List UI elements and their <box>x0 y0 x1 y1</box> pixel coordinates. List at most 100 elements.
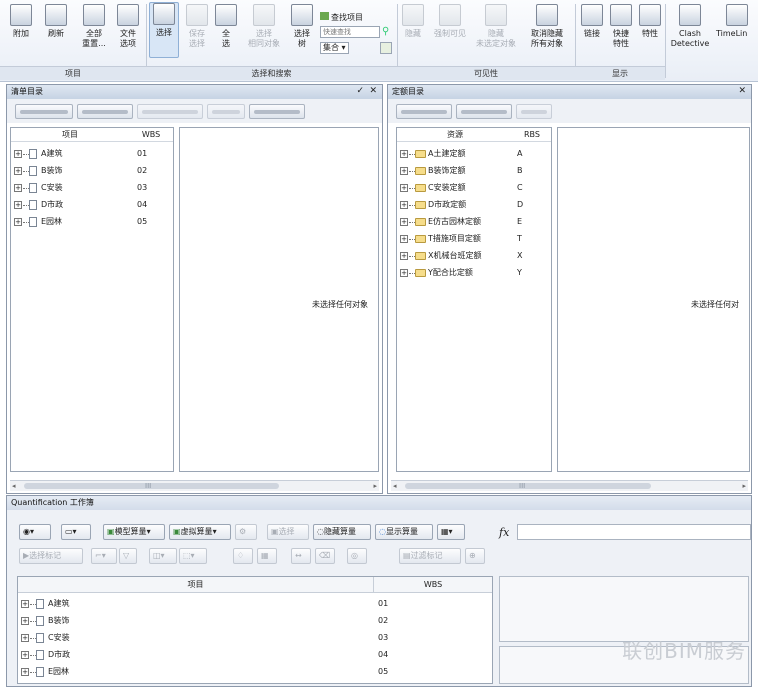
scroll-left-icon[interactable]: ◂ <box>393 482 397 490</box>
model-takeoff-button[interactable]: ▣模型算量▾ <box>103 524 165 540</box>
quota-row[interactable]: + B装饰定额 B <box>397 162 551 179</box>
attach-button[interactable]: 附加 <box>8 4 34 39</box>
toolbar-button[interactable] <box>249 104 305 119</box>
column-header-wbs[interactable]: WBS <box>374 577 492 593</box>
require-visible-button[interactable]: 强制可见 <box>430 4 470 39</box>
select-same-button[interactable]: 选择 相同对象 <box>244 4 284 49</box>
toolbar-button[interactable] <box>396 104 452 119</box>
catalog-row[interactable]: + B装饰 02 <box>11 162 173 179</box>
layout-dropdown[interactable]: ▭▾ <box>61 524 91 540</box>
quota-row[interactable]: + E仿古园林定额 E <box>397 213 551 230</box>
file-options-button[interactable]: 文件 选项 <box>114 4 142 49</box>
column-header-rbs[interactable]: RBS <box>513 128 551 142</box>
timeliner-button[interactable]: TimeLin <box>716 4 758 39</box>
horizontal-scrollbar[interactable]: ◂ III ▸ <box>10 480 379 491</box>
takeoff-settings-button[interactable]: ⚙ <box>235 524 257 540</box>
polyline-tool[interactable]: ▽ <box>119 548 137 564</box>
expand-icon[interactable]: + <box>14 166 22 175</box>
clash-detective-button[interactable]: Clash Detective <box>668 4 712 49</box>
filter-marker-button[interactable]: ▤过滤标记 <box>399 548 461 564</box>
expand-icon[interactable]: + <box>14 200 22 209</box>
properties-button[interactable]: 特性 <box>638 4 662 39</box>
virtual-takeoff-button[interactable]: ▣虚拟算量▾ <box>169 524 231 540</box>
more-dropdown[interactable]: ▦▾ <box>437 524 465 540</box>
toolbar-button[interactable] <box>207 104 245 119</box>
takeoff-row[interactable]: + B装饰 02 <box>18 612 492 629</box>
column-header-item[interactable]: 项目 <box>18 577 374 593</box>
column-header-wbs[interactable]: WBS <box>129 128 173 142</box>
close-icon[interactable]: ✕ <box>738 86 746 97</box>
expand-icon[interactable]: + <box>400 234 408 243</box>
quota-row[interactable]: + A土建定额 A <box>397 145 551 162</box>
expand-icon[interactable]: + <box>14 149 22 158</box>
selection-tree-button[interactable]: 选择树 <box>288 4 316 49</box>
filter-options-button[interactable]: ⊕ <box>465 548 485 564</box>
takeoff-row[interactable]: + D市政 04 <box>18 646 492 663</box>
select-button[interactable]: ▣选择 <box>267 524 309 540</box>
save-selection-button[interactable]: 保存 选择 <box>184 4 210 49</box>
column-header-item[interactable]: 项目 <box>11 128 129 142</box>
takeoff-row[interactable]: + C安装 03 <box>18 629 492 646</box>
select-marker-button[interactable]: ▶选择标记 <box>19 548 83 564</box>
expand-icon[interactable]: + <box>21 667 29 676</box>
expand-icon[interactable]: + <box>400 183 408 192</box>
formula-input[interactable] <box>517 524 751 540</box>
bucket-fill-tool[interactable]: ♢ <box>233 548 253 564</box>
expand-icon[interactable]: + <box>14 183 22 192</box>
show-takeoff-button[interactable]: ◌显示算量 <box>375 524 433 540</box>
reset-all-button[interactable]: 全部 重置... <box>78 4 110 49</box>
unhide-all-button[interactable]: 取消隐藏 所有对象 <box>526 4 568 49</box>
close-icon[interactable]: ✕ <box>369 86 377 97</box>
expand-icon[interactable]: + <box>21 599 29 608</box>
quota-row[interactable]: + X机械台班定额 X <box>397 247 551 264</box>
pin-icon[interactable]: ✓ <box>356 86 364 97</box>
expand-icon[interactable]: + <box>14 217 22 226</box>
toolbar-button[interactable] <box>15 104 73 119</box>
refresh-button[interactable]: 刷新 <box>42 4 70 39</box>
select-all-button[interactable]: 全选 <box>214 4 238 49</box>
manage-sets-icon[interactable] <box>380 42 392 54</box>
quick-properties-button[interactable]: 快捷 特性 <box>608 4 634 49</box>
region-tool-dropdown[interactable]: ⬚▾ <box>179 548 207 564</box>
grid-tool[interactable]: ▦ <box>257 548 277 564</box>
expand-icon[interactable]: + <box>400 251 408 260</box>
quota-row[interactable]: + D市政定额 D <box>397 196 551 213</box>
expand-icon[interactable]: + <box>400 268 408 277</box>
expand-icon[interactable]: + <box>400 200 408 209</box>
scroll-thumb[interactable] <box>405 483 651 489</box>
horizontal-scrollbar[interactable]: ◂ III ▸ <box>391 480 748 491</box>
snap-tool[interactable]: ◎ <box>347 548 367 564</box>
catalog-row[interactable]: + A建筑 01 <box>11 145 173 162</box>
move-tool[interactable]: ↔ <box>291 548 311 564</box>
takeoff-row[interactable]: + E园林 05 <box>18 663 492 680</box>
scroll-right-icon[interactable]: ▸ <box>373 482 377 490</box>
search-go-icon[interactable]: ⚲ <box>382 26 389 37</box>
expand-icon[interactable]: + <box>400 166 408 175</box>
line-tool-dropdown[interactable]: ⌐▾ <box>91 548 117 564</box>
erase-tool[interactable]: ⌫ <box>315 548 335 564</box>
expand-icon[interactable]: + <box>400 149 408 158</box>
scroll-thumb[interactable] <box>24 483 279 489</box>
view-dropdown[interactable]: ◉▾ <box>19 524 51 540</box>
hide-takeoff-button[interactable]: ◌隐藏算量 <box>313 524 371 540</box>
links-button[interactable]: 链接 <box>580 4 604 39</box>
sets-dropdown[interactable]: 集合 ▾ <box>320 42 349 54</box>
area-tool-dropdown[interactable]: ◫▾ <box>149 548 177 564</box>
toolbar-button[interactable] <box>516 104 552 119</box>
hide-unselected-button[interactable]: 隐藏 未选定对象 <box>472 4 520 49</box>
hide-button[interactable]: 隐藏 <box>401 4 425 39</box>
takeoff-row[interactable]: + A建筑 01 <box>18 595 492 612</box>
scroll-right-icon[interactable]: ▸ <box>742 482 746 490</box>
quick-find-input[interactable]: 快速查找 <box>320 26 380 38</box>
catalog-row[interactable]: + D市政 04 <box>11 196 173 213</box>
expand-icon[interactable]: + <box>21 633 29 642</box>
select-button[interactable]: 选择 <box>149 2 179 58</box>
quota-row[interactable]: + C安装定额 C <box>397 179 551 196</box>
catalog-row[interactable]: + E园林 05 <box>11 213 173 230</box>
expand-icon[interactable]: + <box>400 217 408 226</box>
find-items-button[interactable]: 查找项目 <box>320 12 363 23</box>
quota-row[interactable]: + T措施项目定额 T <box>397 230 551 247</box>
catalog-row[interactable]: + C安装 03 <box>11 179 173 196</box>
column-header-resource[interactable]: 资源 <box>397 128 513 142</box>
expand-icon[interactable]: + <box>21 616 29 625</box>
